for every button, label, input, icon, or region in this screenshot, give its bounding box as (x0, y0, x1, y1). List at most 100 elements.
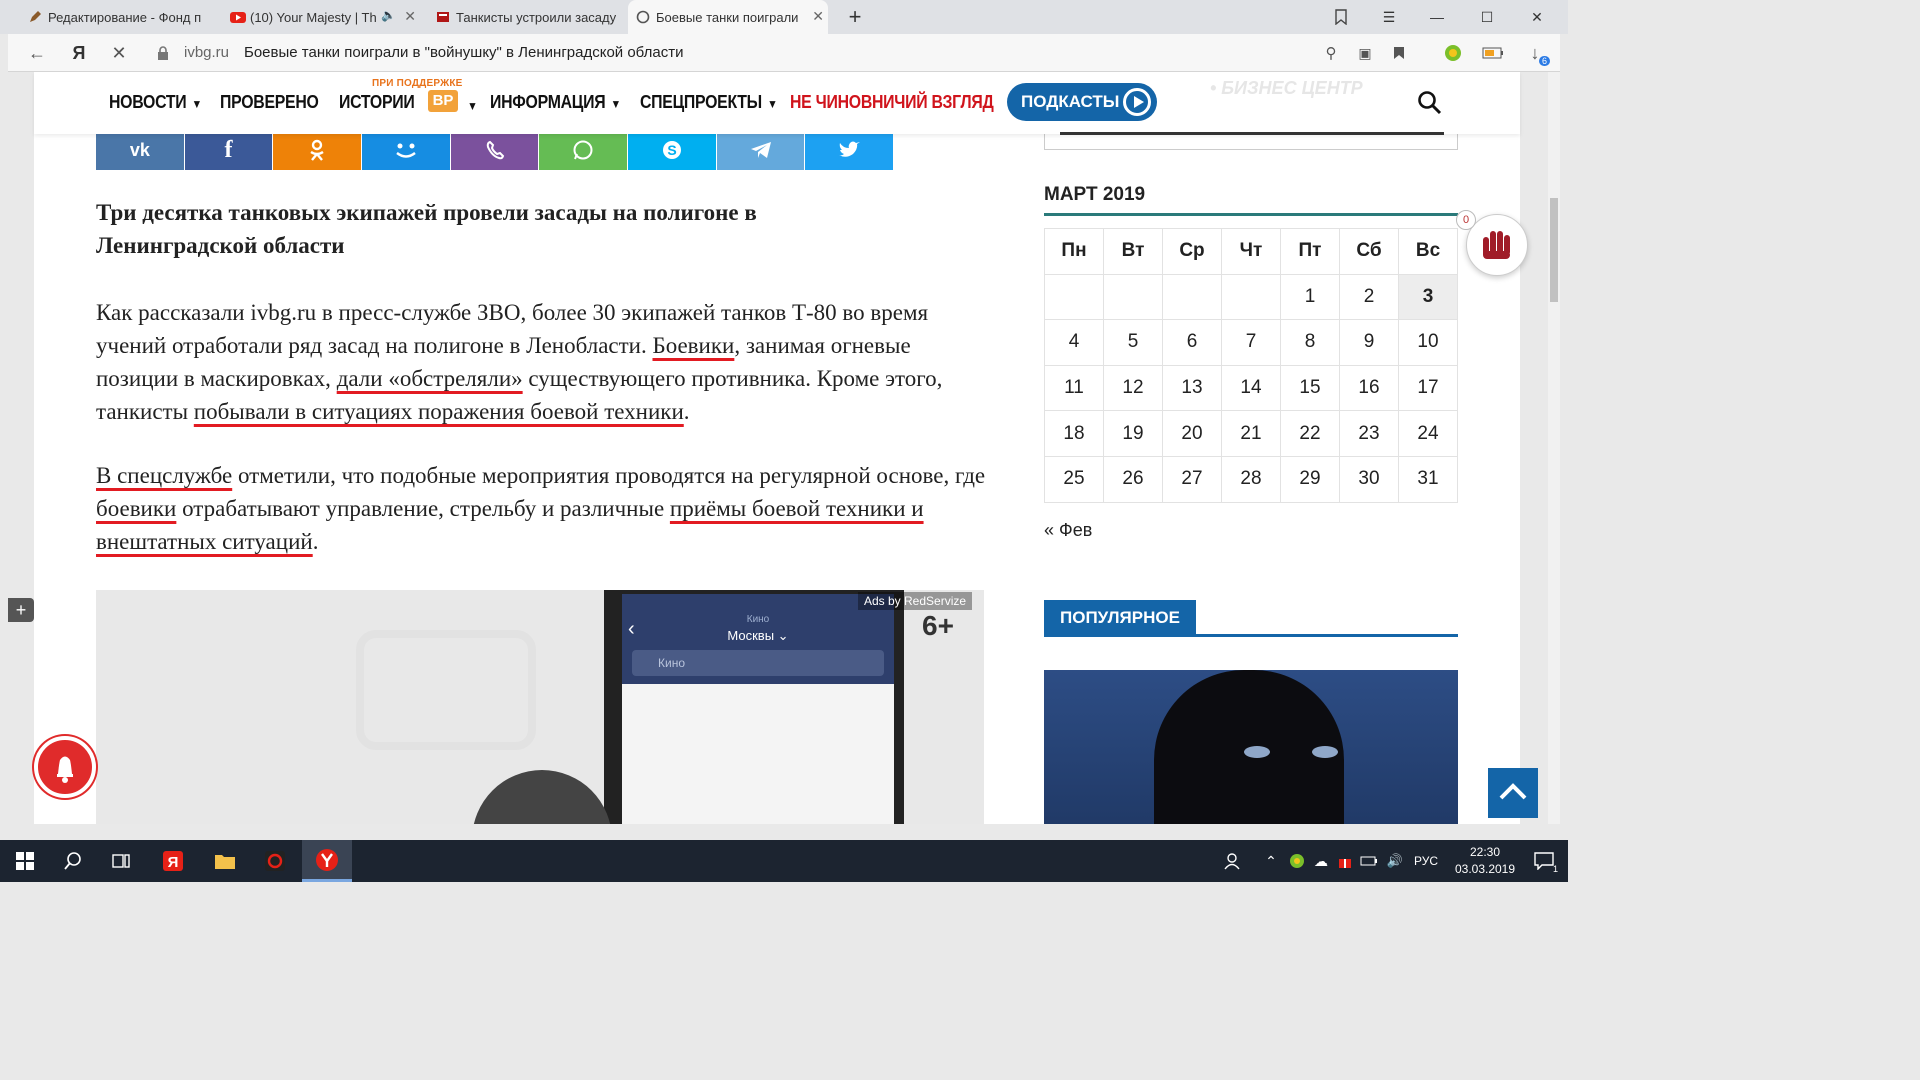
moimir-icon[interactable] (362, 130, 450, 170)
calendar-day: 30 (1339, 455, 1399, 503)
scroll-to-top-button[interactable] (1488, 768, 1538, 818)
chevron-down-icon[interactable]: ▼ (462, 94, 477, 115)
address-page-title[interactable]: Боевые танки поиграли в "войнушку" в Лен… (244, 44, 683, 61)
battery-icon[interactable] (1480, 40, 1506, 66)
stop-icon[interactable]: ✕ (106, 40, 132, 66)
windows-taskbar: Я ⌃ ☁ 🔊 РУС 22:30 03.03.2019 1 (0, 840, 1568, 882)
downloads-icon[interactable]: ↓ 6 (1522, 40, 1550, 66)
facebook-icon[interactable]: f (184, 130, 273, 170)
calendar-weekday: Вт (1103, 228, 1163, 275)
whatsapp-icon[interactable] (539, 130, 628, 170)
calendar-day: 10 (1398, 319, 1458, 366)
minimize-icon[interactable]: — (1414, 0, 1460, 34)
calendar-day: 17 (1398, 364, 1458, 412)
close-window-icon[interactable]: ✕ (1514, 0, 1560, 34)
volume-icon[interactable]: 🔊 (1380, 840, 1410, 882)
scrollbar-thumb[interactable] (1550, 198, 1558, 302)
ad-play-circle[interactable] (472, 770, 612, 824)
file-explorer-icon[interactable] (200, 840, 250, 882)
search-icon[interactable] (48, 840, 98, 882)
popular-heading: ПОПУЛЯРНОЕ (1044, 600, 1196, 636)
calendar-table: Пн Вт Ср Чт Пт Сб Вс 1 2 3 4 5 6 7 8 9 10 11 12 13 14 15 16 17 1… (1044, 228, 1458, 503)
calendar-day: 1 (1280, 273, 1340, 321)
yandex-app-icon[interactable]: Я (148, 840, 198, 882)
ad-search-field: Кино (632, 650, 884, 676)
yandex-browser-taskbar-icon[interactable] (302, 840, 352, 882)
calendar-day: 26 (1103, 455, 1163, 503)
game-app-icon[interactable] (250, 840, 300, 882)
odnoklassniki-icon[interactable] (273, 130, 362, 170)
twitter-icon[interactable] (805, 130, 894, 170)
notification-bell-button[interactable] (34, 736, 96, 798)
clock[interactable]: 22:30 03.03.2019 (1452, 844, 1518, 878)
calendar-day: 24 (1398, 410, 1458, 457)
bookmarks-icon[interactable] (1318, 0, 1364, 34)
ad-watermark (356, 630, 536, 750)
speaker-icon[interactable]: 🔈 (381, 8, 396, 22)
tab-active-tanks[interactable]: Боевые танки поиграли ✕ (628, 0, 828, 34)
bookmark-icon[interactable] (1386, 40, 1412, 66)
calendar-prev-month-link[interactable]: « Фев (1044, 520, 1092, 541)
lock-icon[interactable] (150, 40, 176, 66)
extension-icon[interactable]: ▣ (1352, 40, 1378, 66)
new-tab-button[interactable]: + (832, 0, 878, 34)
calendar-day: 15 (1280, 364, 1340, 412)
calendar-day: 16 (1339, 364, 1399, 412)
nav-special-projects[interactable]: СПЕЦПРОЕКТЫ ▼ (640, 92, 778, 113)
addon-icon[interactable] (1440, 40, 1466, 66)
calendar-day: 2 (1339, 273, 1399, 321)
ad-attribution[interactable]: Ads by RedServize (858, 592, 973, 610)
nav-support-label: ПРИ ПОДДЕРЖКЕ (372, 78, 463, 89)
nav-news[interactable]: НОВОСТИ ▼ (109, 92, 202, 113)
skype-icon[interactable]: S (628, 130, 716, 170)
calendar-weekday: Пн (1044, 228, 1104, 275)
underlined-phrase: дали «обстреляли» (336, 366, 523, 391)
top-banner[interactable]: • БИЗНЕС ЦЕНТР (1060, 72, 1472, 136)
banner-strip (1060, 132, 1444, 135)
expand-plus-button[interactable]: + (8, 598, 34, 622)
clock-time: 22:30 (1469, 845, 1501, 859)
yandex-icon[interactable]: Я (66, 40, 92, 66)
tab-tankers[interactable]: Танкисты устроили засаду (428, 0, 624, 34)
ad-banner[interactable]: ‹ Кино Москвы ⌄ Кино 6+ Ads by RedServiz… (96, 590, 984, 824)
vk-icon[interactable]: vk (96, 130, 184, 170)
calendar-day: 5 (1103, 319, 1163, 366)
search-icon[interactable] (1417, 90, 1443, 116)
close-icon[interactable]: ✕ (404, 8, 416, 25)
windows-start-icon[interactable] (0, 840, 50, 882)
nav-non-official-view[interactable]: НЕ ЧИНОВНИЧИЙ ВЗГЛЯД (790, 92, 994, 113)
people-icon[interactable] (1212, 840, 1252, 882)
back-icon[interactable]: ← (24, 40, 50, 66)
calendar-day: 18 (1044, 410, 1104, 457)
nav-label: НЕ ЧИНОВНИЧИЙ ВЗГЛЯД (790, 92, 994, 112)
calendar-day: 14 (1221, 364, 1281, 412)
nav-stories[interactable]: ИСТОРИИ (339, 92, 415, 113)
telegram-icon[interactable] (716, 130, 805, 170)
article-text: отрабатывают управление, стрельбу и разл… (176, 496, 670, 521)
nav-verified[interactable]: ПРОВЕРЕНО (220, 92, 319, 113)
notifications-icon[interactable]: 1 (1524, 840, 1564, 882)
menu-icon[interactable]: ☰ (1366, 0, 1412, 34)
tab-youtube[interactable]: (10) Your Majesty | Th 🔈 ✕ (222, 0, 420, 34)
calendar-day: 29 (1280, 455, 1340, 503)
popular-article-image[interactable] (1044, 670, 1458, 824)
nav-information[interactable]: ИНФОРМАЦИЯ ▼ (490, 92, 621, 113)
tab-title: Танкисты устроили засаду (456, 9, 616, 25)
article-paragraph-2: В спецслужбе отметили, что подобные меро… (96, 459, 996, 558)
banner-text: • БИЗНЕС ЦЕНТР (1210, 78, 1363, 98)
page-scrollbar[interactable] (1548, 72, 1560, 824)
tab-title: Редактирование - Фонд п (48, 9, 202, 25)
task-view-icon[interactable] (96, 840, 146, 882)
chevron-down-icon: ▼ (610, 97, 621, 111)
viber-icon[interactable] (450, 130, 539, 170)
close-icon[interactable]: ✕ (812, 8, 824, 25)
calendar-title: МАРТ 2019 (1044, 184, 1146, 205)
maximize-icon[interactable]: ☐ (1464, 0, 1510, 34)
nav-label: ИСТОРИИ (339, 92, 415, 112)
input-language[interactable]: РУС (1414, 854, 1438, 868)
tab-edit-fund[interactable]: Редактирование - Фонд п (20, 0, 220, 34)
calendar-day: 28 (1221, 455, 1281, 503)
zoom-icon[interactable]: ⚲ (1318, 40, 1344, 66)
address-host[interactable]: ivbg.ru (184, 44, 229, 61)
clap-count-badge: 0 (1456, 210, 1476, 230)
